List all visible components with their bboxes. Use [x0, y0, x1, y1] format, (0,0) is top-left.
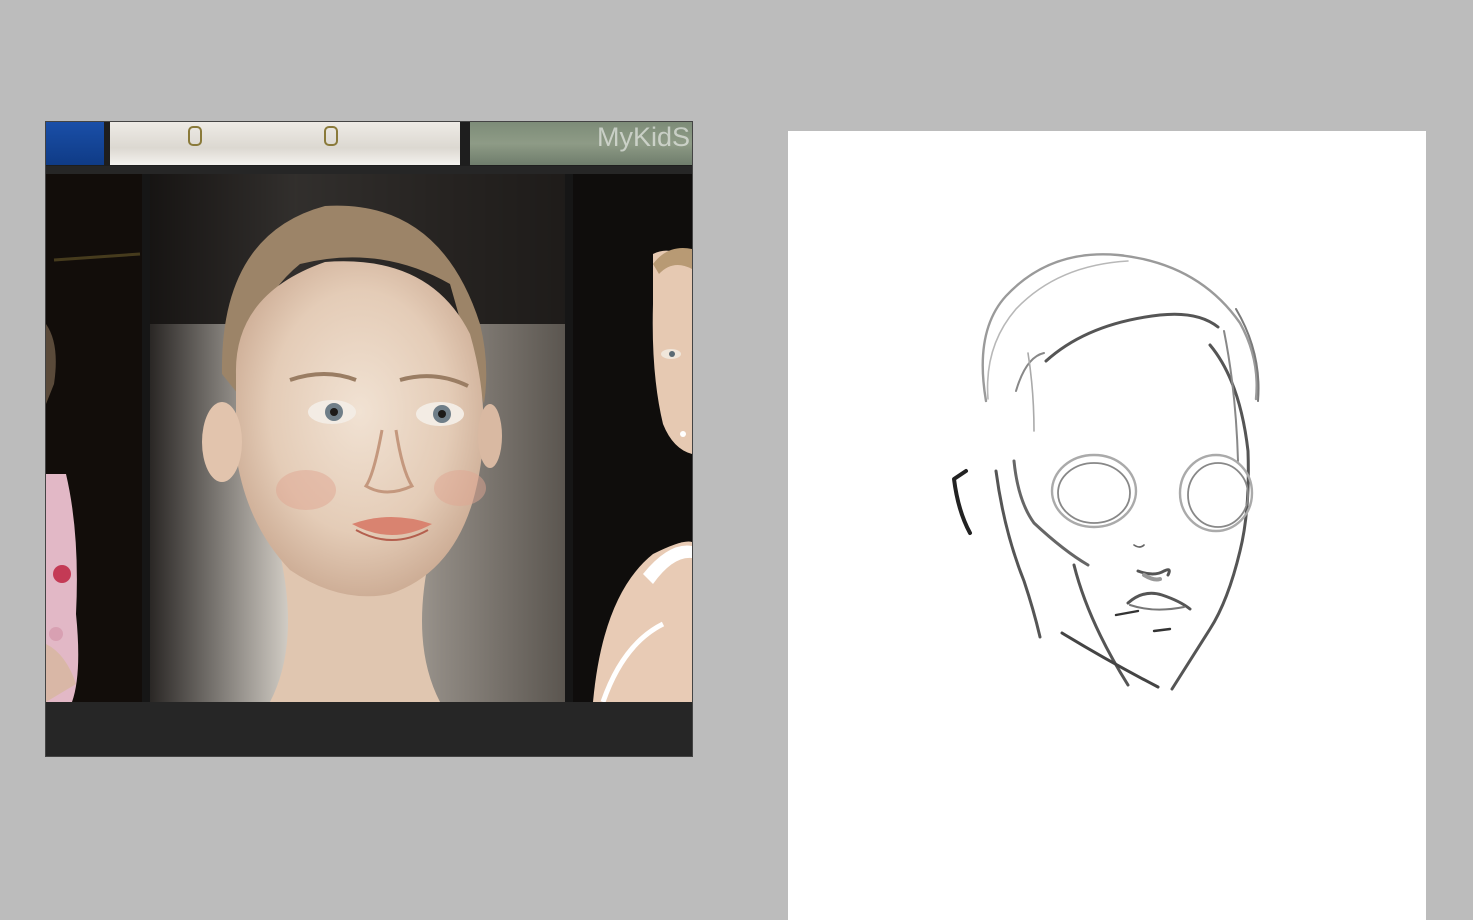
thumbnail-blue[interactable]	[46, 122, 104, 165]
drawing-canvas[interactable]	[788, 131, 1426, 920]
reference-footer-bar	[46, 702, 692, 756]
photo-center[interactable]	[150, 174, 565, 702]
photo-left[interactable]	[46, 174, 142, 702]
jewel-icon	[188, 126, 202, 146]
photo-right[interactable]	[573, 174, 692, 702]
thumbnail-strip: MyKidS	[46, 122, 692, 166]
jewel-icon	[324, 126, 338, 146]
thumbnail-white[interactable]	[110, 122, 460, 165]
photo-row	[46, 174, 692, 702]
reference-image-panel[interactable]: MyKidS	[46, 122, 692, 756]
workspace: MyKidS	[0, 0, 1473, 920]
thumbnail-green[interactable]: MyKidS	[470, 122, 692, 165]
sketch-drawing	[952, 253, 1260, 691]
watermark-text: MyKidS	[596, 122, 690, 152]
